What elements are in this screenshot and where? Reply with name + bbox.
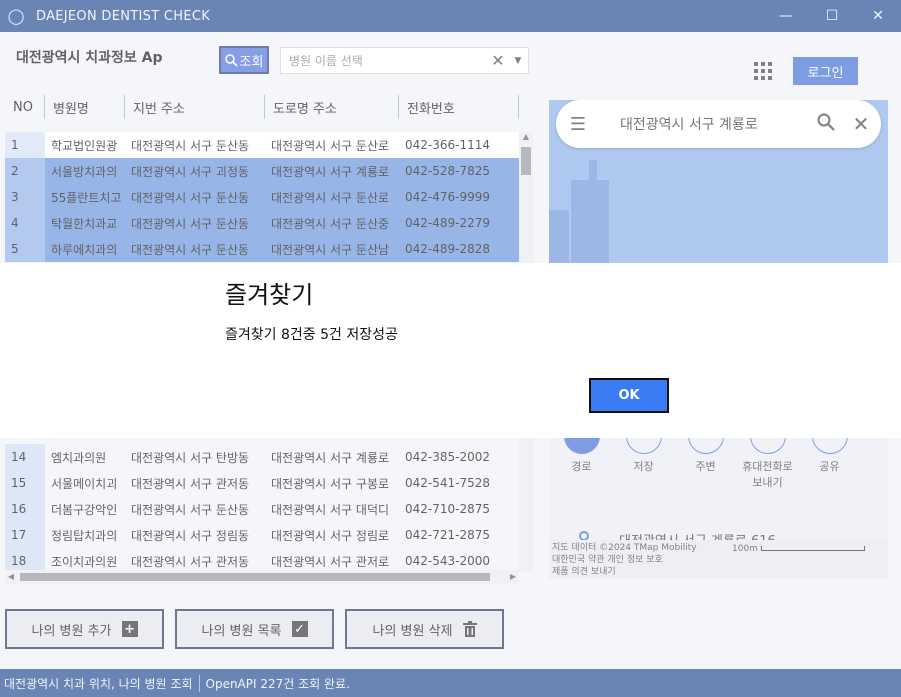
dialog-title: 즐겨찾기	[225, 281, 314, 309]
dialog-message: 즐겨찾기 8건중 5건 저장성공	[225, 327, 398, 343]
ok-button[interactable]: OK	[589, 378, 669, 413]
favorites-dialog: 즐겨찾기 즐겨찾기 8건중 5건 저장성공 OK	[0, 263, 901, 438]
